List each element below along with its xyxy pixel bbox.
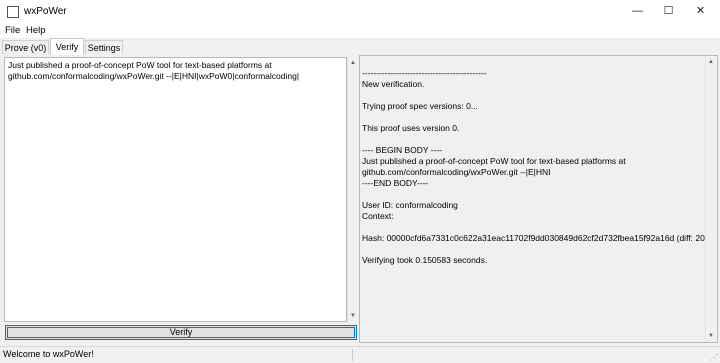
log-line: User ID: conformalcoding xyxy=(362,200,458,210)
log-line: Verifying took 0.150583 seconds. xyxy=(362,255,488,265)
scroll-up-icon[interactable]: ▲ xyxy=(706,57,716,67)
log-line: This proof uses version 0. xyxy=(362,123,460,133)
menu-help[interactable]: Help xyxy=(26,25,46,36)
log-line: ----END BODY---- xyxy=(362,178,429,188)
proof-text-input[interactable]: Just published a proof-of-concept PoW to… xyxy=(4,57,347,322)
app-icon xyxy=(7,6,19,18)
log-line: ----------------------------------------… xyxy=(362,68,487,78)
status-text: Welcome to wxPoWer! xyxy=(3,349,94,359)
tab-bar: Prove (v0) Verify Settings xyxy=(0,38,720,55)
log-line: Context: xyxy=(362,211,394,221)
output-scrollbar[interactable]: ▲ ▼ xyxy=(705,56,716,342)
tab-prove[interactable]: Prove (v0) xyxy=(2,40,49,54)
minimize-button[interactable]: — xyxy=(621,0,654,24)
log-line: Trying proof spec versions: 0... xyxy=(362,101,478,111)
log-line: Just published a proof-of-concept PoW to… xyxy=(362,156,626,166)
resize-grip-icon[interactable]: ⋰ xyxy=(710,353,718,362)
log-line: ---- BEGIN BODY ---- xyxy=(362,145,443,155)
scroll-down-icon[interactable]: ▼ xyxy=(348,311,358,321)
menu-bar: File Help xyxy=(0,24,720,38)
window-title: wxPoWer xyxy=(24,6,67,17)
menu-file[interactable]: File xyxy=(5,25,20,36)
status-bar: Welcome to wxPoWer! ⋰ xyxy=(0,346,720,363)
verification-log: ----------------------------------------… xyxy=(362,68,708,266)
maximize-button[interactable]: ☐ xyxy=(652,0,685,24)
verify-input-panel: Just published a proof-of-concept PoW to… xyxy=(2,55,358,343)
tab-settings[interactable]: Settings xyxy=(85,40,123,54)
verify-button[interactable]: Verify xyxy=(5,325,357,340)
tab-verify[interactable]: Verify xyxy=(50,38,84,55)
log-line: Hash: 00000cfd6a7331c0c622a31eac11702f9d… xyxy=(362,233,708,243)
scroll-down-icon[interactable]: ▼ xyxy=(706,331,716,341)
scroll-up-icon[interactable]: ▲ xyxy=(348,58,358,68)
title-bar: wxPoWer — ☐ ✕ xyxy=(0,0,720,24)
status-separator xyxy=(352,349,353,361)
log-line: New verification. xyxy=(362,79,425,89)
verification-output-panel: ----------------------------------------… xyxy=(359,55,718,343)
input-scrollbar[interactable]: ▲ ▼ xyxy=(347,57,358,322)
close-button[interactable]: ✕ xyxy=(684,0,717,24)
log-line: github.com/conformalcoding/wxPoWer.git -… xyxy=(362,167,551,177)
